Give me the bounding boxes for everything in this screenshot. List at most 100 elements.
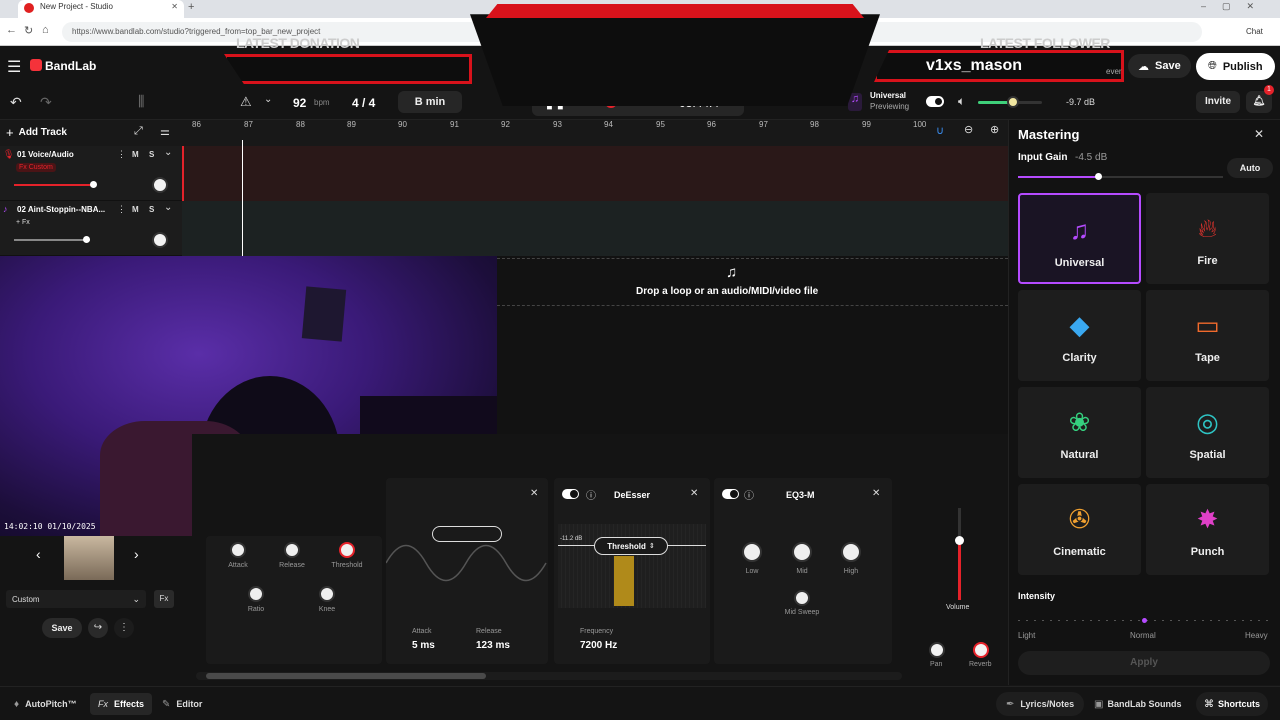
- mid-knob[interactable]: [792, 542, 812, 562]
- reload-icon[interactable]: ↻: [24, 24, 33, 37]
- add-fx-button[interactable]: + Fx: [16, 219, 30, 226]
- chat-button[interactable]: Chat: [1246, 27, 1263, 36]
- preset-universal[interactable]: ♫ Universal: [1018, 193, 1141, 284]
- solo-button[interactable]: S: [149, 150, 154, 159]
- autopitch-tab[interactable]: ♦ AutoPitch™: [6, 693, 85, 715]
- track-name[interactable]: 02 Aint-Stoppin--NBA...: [17, 205, 105, 214]
- automation-icon[interactable]: ⤢: [134, 125, 143, 138]
- master-volume-slider[interactable]: [978, 96, 1042, 108]
- deesser-toggle[interactable]: [562, 489, 579, 499]
- back-icon[interactable]: ←: [6, 24, 17, 36]
- chevron-down-icon[interactable]: ⌄: [164, 147, 172, 158]
- chevron-right-icon[interactable]: ›: [134, 546, 139, 562]
- metronome-icon[interactable]: ⚠︎: [240, 94, 252, 110]
- shortcuts-button[interactable]: ⌘ Shortcuts: [1196, 692, 1269, 716]
- mute-button[interactable]: M: [132, 205, 139, 214]
- invite-button[interactable]: Invite: [1196, 91, 1240, 113]
- tempo-value[interactable]: 92: [293, 96, 306, 110]
- track-row[interactable]: 🎙︎ 01 Voice/Audio Fx Custom ⋮ M S ⌄: [0, 146, 182, 201]
- close-icon[interactable]: ✕: [1254, 127, 1264, 141]
- reverb-knob[interactable]: [973, 642, 989, 658]
- volume-fader-track[interactable]: [955, 508, 964, 600]
- key-selector[interactable]: B min: [398, 91, 462, 113]
- tab-close-icon[interactable]: ✕: [171, 0, 178, 14]
- save-button[interactable]: ☁ Save: [1128, 54, 1191, 78]
- master-toggle[interactable]: [926, 96, 944, 107]
- deesser-band[interactable]: [614, 556, 634, 606]
- pan-knob[interactable]: [929, 642, 945, 658]
- editor-tab[interactable]: ✎ Editor: [154, 693, 210, 715]
- speaker-icon[interactable]: 🔈︎: [958, 94, 965, 109]
- close-icon[interactable]: ✕: [872, 488, 880, 499]
- track-volume-slider[interactable]: [14, 181, 97, 188]
- input-gain-slider[interactable]: [1018, 173, 1223, 180]
- preset-save-button[interactable]: Save: [42, 618, 82, 638]
- undo-icon[interactable]: ↶: [10, 94, 22, 111]
- threshold-knob[interactable]: [339, 542, 355, 558]
- window-controls[interactable]: –▢✕: [1201, 1, 1270, 12]
- release-knob[interactable]: [284, 542, 300, 558]
- track-menu-icon[interactable]: ⋮: [117, 204, 126, 215]
- track-name[interactable]: 01 Voice/Audio: [17, 150, 74, 159]
- zoom-in-icon[interactable]: ⊕: [990, 123, 999, 136]
- info-icon[interactable]: ⓘ: [744, 487, 754, 502]
- preset-natural[interactable]: ❀ Natural: [1018, 387, 1141, 478]
- track-pan-knob[interactable]: [152, 232, 168, 248]
- ratio-knob[interactable]: [248, 586, 264, 602]
- share-icon[interactable]: ↪: [88, 618, 108, 638]
- home-icon[interactable]: ⌂: [42, 24, 49, 36]
- fx-toggle-icon[interactable]: Fx: [154, 590, 174, 608]
- more-icon[interactable]: ⋮: [114, 618, 134, 638]
- frequency-value[interactable]: 7200 Hz: [580, 640, 617, 651]
- effects-tab[interactable]: Fx Effects: [90, 693, 153, 715]
- track-menu-icon[interactable]: ⋮: [117, 149, 126, 160]
- brand-name[interactable]: BandLab: [45, 59, 96, 73]
- track-lane[interactable]: [182, 201, 1008, 256]
- high-knob[interactable]: [841, 542, 861, 562]
- lyrics-tab[interactable]: ✒ Lyrics/Notes: [996, 692, 1085, 716]
- timeline-ruler[interactable]: 86 87 88 89 90 91 92 93 94 95 96 97 98 9…: [182, 120, 1008, 146]
- sounds-tab[interactable]: ▣ BandLab Sounds: [1086, 692, 1189, 716]
- preset-fire[interactable]: 🔥︎ Fire: [1146, 193, 1269, 284]
- metronome-dropdown-icon[interactable]: ⌄: [264, 94, 272, 105]
- preset-clarity[interactable]: ◆ Clarity: [1018, 290, 1141, 381]
- track-pan-knob[interactable]: [152, 177, 168, 193]
- publish-button[interactable]: 🌐︎ Publish: [1196, 53, 1275, 80]
- auto-button[interactable]: Auto: [1227, 158, 1273, 178]
- preset-dropdown[interactable]: Custom ⌄: [6, 590, 146, 608]
- intensity-slider[interactable]: [1018, 618, 1270, 623]
- volume-fader-thumb[interactable]: [955, 536, 964, 545]
- chevron-down-icon[interactable]: ⌄: [164, 202, 172, 213]
- mixer-icon[interactable]: ⫼: [138, 93, 144, 110]
- redo-icon[interactable]: ↷: [40, 94, 52, 111]
- preset-punch[interactable]: ✸ Punch: [1146, 484, 1269, 575]
- attack-knob[interactable]: [230, 542, 246, 558]
- track-volume-slider[interactable]: [14, 236, 90, 243]
- apply-button[interactable]: Apply: [1018, 651, 1270, 675]
- menu-icon[interactable]: ☰: [7, 57, 21, 77]
- track-row[interactable]: ♪ 02 Aint-Stoppin--NBA... + Fx ⋮ M S ⌄: [0, 201, 182, 256]
- close-icon[interactable]: ✕: [690, 488, 698, 499]
- chevron-left-icon[interactable]: ‹: [36, 546, 41, 562]
- gate-attack-value[interactable]: 5 ms: [412, 640, 435, 651]
- track-lane[interactable]: [182, 146, 1008, 201]
- track-settings-icon[interactable]: ⚌: [160, 125, 170, 138]
- browser-tab[interactable]: New Project - Studio ✕: [18, 0, 184, 18]
- new-tab-icon[interactable]: +: [188, 1, 194, 13]
- low-knob[interactable]: [742, 542, 762, 562]
- preset-cinematic[interactable]: ✇ Cinematic: [1018, 484, 1141, 575]
- close-icon[interactable]: ✕: [530, 488, 538, 499]
- info-icon[interactable]: ⓘ: [586, 487, 596, 502]
- instrument-thumbnail[interactable]: [64, 536, 114, 580]
- fx-badge[interactable]: Fx Custom: [16, 163, 56, 172]
- playhead[interactable]: [242, 140, 243, 256]
- magnet-icon[interactable]: ∪: [936, 124, 944, 137]
- mute-button[interactable]: M: [132, 150, 139, 159]
- time-signature[interactable]: 4 / 4: [352, 96, 375, 110]
- solo-button[interactable]: S: [149, 205, 154, 214]
- gate-release-value[interactable]: 123 ms: [476, 640, 510, 651]
- effects-scrollbar[interactable]: [196, 672, 902, 680]
- preset-tape[interactable]: ▭ Tape: [1146, 290, 1269, 381]
- preset-spatial[interactable]: ◎ Spatial: [1146, 387, 1269, 478]
- knee-knob[interactable]: [319, 586, 335, 602]
